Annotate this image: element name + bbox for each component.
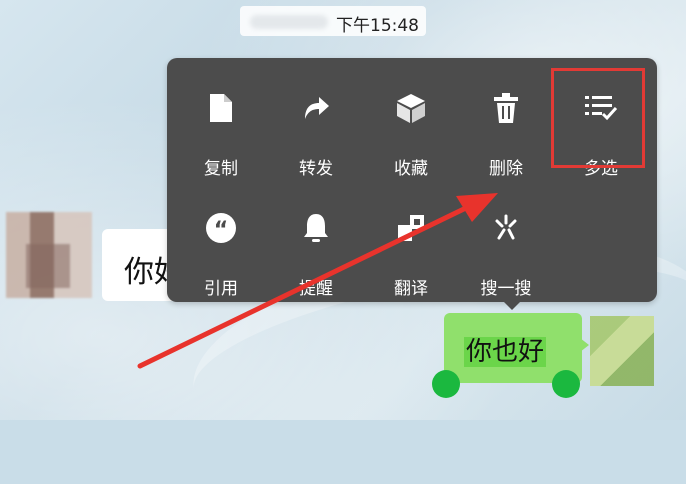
annotation-arrow — [137, 193, 498, 369]
